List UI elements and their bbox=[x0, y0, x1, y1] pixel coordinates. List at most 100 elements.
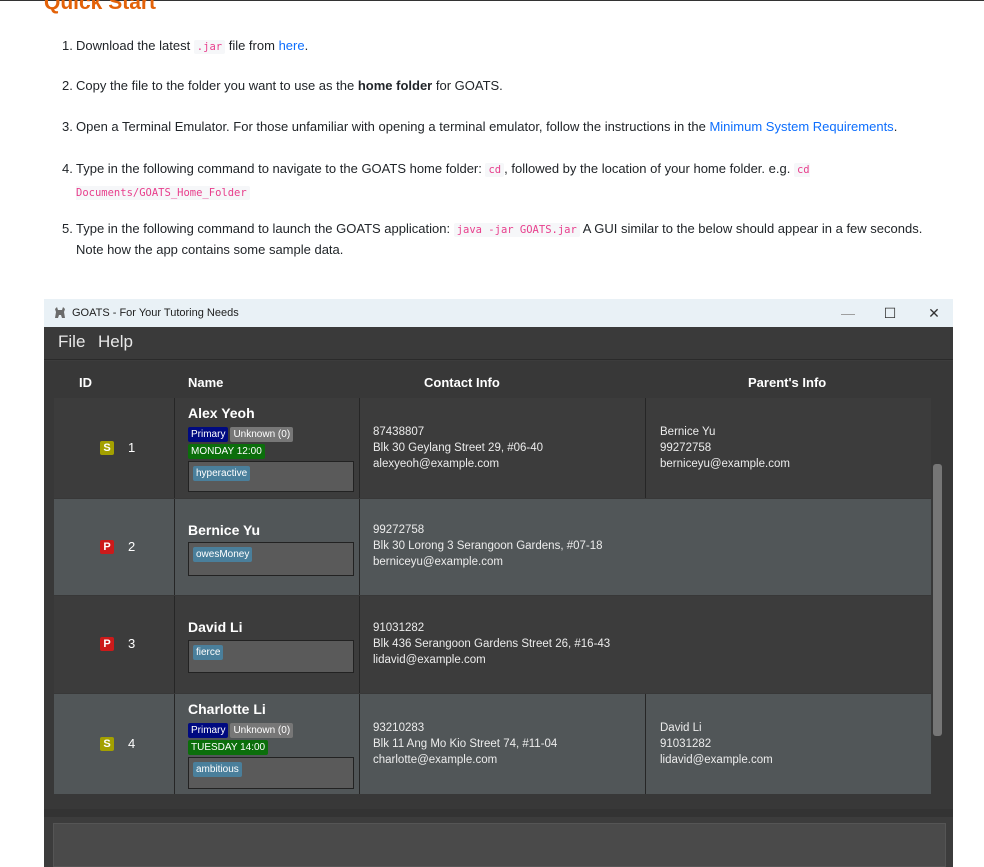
step-2: 2. Copy the file to the folder you want … bbox=[62, 76, 942, 95]
cell-divider bbox=[645, 694, 646, 794]
person-name: Alex Yeoh bbox=[188, 405, 255, 421]
goat-icon bbox=[52, 305, 68, 321]
step-text: . bbox=[893, 119, 898, 134]
step-4: 4. Type in the following command to navi… bbox=[62, 158, 942, 204]
address: Blk 30 Lorong 3 Serangoon Gardens, #07-1… bbox=[373, 540, 603, 552]
step-text: file from bbox=[225, 38, 279, 53]
table-body[interactable]: S 1 Alex Yeoh Primary Unknown (0) MONDAY… bbox=[54, 398, 931, 806]
section-heading: Quick Start bbox=[44, 0, 157, 14]
step-text: Type in the following command to navigat… bbox=[76, 161, 486, 176]
step-text: Open a Terminal Emulator. For those unfa… bbox=[76, 119, 710, 134]
person-table: ID Name Contact Info Parent's Info S 1 A… bbox=[44, 361, 953, 809]
title-bar[interactable]: GOATS - For Your Tutoring Needs — ☐ ✕ bbox=[44, 299, 953, 327]
address: Blk 11 Ang Mo Kio Street 74, #11-04 bbox=[373, 738, 558, 750]
person-id: 2 bbox=[128, 539, 136, 554]
parent-email: lidavid@example.com bbox=[660, 754, 773, 766]
person-name: Bernice Yu bbox=[188, 522, 261, 538]
unknown-tag: Unknown (0) bbox=[230, 427, 294, 442]
requirements-link[interactable]: Minimum System Requirements bbox=[709, 119, 893, 134]
step-number: 4. bbox=[62, 161, 73, 176]
window-title: GOATS - For Your Tutoring Needs bbox=[72, 307, 239, 319]
cell-divider bbox=[174, 398, 175, 498]
parent-phone: 91031282 bbox=[660, 738, 712, 750]
table-row[interactable]: P 2 Bernice Yu owesMoney 99272758 Blk 30… bbox=[54, 499, 931, 595]
inline-code: .jar bbox=[193, 40, 226, 54]
step-number: 1. bbox=[62, 38, 73, 53]
menu-file[interactable]: File bbox=[58, 332, 85, 352]
minimize-button[interactable]: — bbox=[825, 299, 871, 327]
table-scrollbar[interactable] bbox=[933, 464, 942, 736]
level-tag: Primary bbox=[188, 723, 229, 738]
menu-help[interactable]: Help bbox=[98, 332, 133, 352]
contact-info: 91031282 Blk 436 Serangoon Gardens Stree… bbox=[373, 620, 610, 668]
phone: 93210283 bbox=[373, 722, 425, 734]
step-3: 3. Open a Terminal Emulator. For those u… bbox=[62, 117, 942, 136]
parent-name: David Li bbox=[660, 722, 702, 734]
phone: 87438807 bbox=[373, 426, 425, 438]
tag-row: Primary Unknown (0) bbox=[188, 427, 294, 442]
column-header-parent: Parent's Info bbox=[748, 375, 827, 390]
tag-row: Primary Unknown (0) bbox=[188, 723, 294, 738]
note-box: ambitious bbox=[188, 757, 354, 789]
step-text: Download the latest bbox=[76, 38, 194, 53]
person-id: 3 bbox=[128, 636, 136, 651]
phone: 91031282 bbox=[373, 622, 425, 634]
schedule-tag: MONDAY 12:00 bbox=[188, 444, 265, 459]
person-name: David Li bbox=[188, 619, 243, 635]
inline-code: cd bbox=[485, 163, 505, 177]
table-row[interactable]: S 4 Charlotte Li Primary Unknown (0) TUE… bbox=[54, 694, 931, 794]
step-1: 1. Download the latest .jar file from he… bbox=[62, 36, 942, 57]
menu-bar: File Help bbox=[44, 327, 953, 360]
cell-divider bbox=[359, 694, 360, 794]
tag-row: MONDAY 12:00 bbox=[188, 444, 265, 459]
parent-email: berniceyu@example.com bbox=[660, 458, 790, 470]
cell-divider bbox=[174, 694, 175, 794]
contact-info: 99272758 Blk 30 Lorong 3 Serangoon Garde… bbox=[373, 522, 603, 570]
address: Blk 436 Serangoon Gardens Street 26, #16… bbox=[373, 638, 611, 650]
column-header-contact: Contact Info bbox=[424, 375, 500, 390]
cell-divider bbox=[359, 499, 360, 595]
cell-divider bbox=[645, 398, 646, 498]
note-tag: owesMoney bbox=[193, 547, 253, 562]
step-text: . bbox=[304, 38, 309, 53]
student-badge: S bbox=[100, 441, 114, 455]
unknown-tag: Unknown (0) bbox=[230, 723, 294, 738]
inline-code: java -jar GOATS.jar bbox=[453, 223, 580, 237]
table-row[interactable]: P 3 David Li fierce 91031282 Blk 436 Ser… bbox=[54, 596, 931, 693]
email: alexyeoh@example.com bbox=[373, 458, 500, 470]
step-5: 5. Type in the following command to laun… bbox=[62, 219, 942, 259]
tag-row: TUESDAY 14:00 bbox=[188, 740, 269, 755]
parent-phone: 99272758 bbox=[660, 442, 712, 454]
table-row[interactable]: S 1 Alex Yeoh Primary Unknown (0) MONDAY… bbox=[54, 398, 931, 498]
step-text: Copy the file to the folder you want to … bbox=[76, 78, 358, 93]
parent-badge: P bbox=[100, 637, 114, 651]
download-link[interactable]: here bbox=[279, 38, 305, 53]
email: lidavid@example.com bbox=[373, 654, 486, 666]
step-number: 2. bbox=[62, 78, 73, 93]
note-box: owesMoney bbox=[188, 542, 354, 576]
note-box: hyperactive bbox=[188, 461, 354, 492]
note-tag: hyperactive bbox=[193, 466, 251, 481]
contact-info: 93210283 Blk 11 Ang Mo Kio Street 74, #1… bbox=[373, 720, 557, 768]
maximize-button[interactable]: ☐ bbox=[867, 299, 913, 327]
close-button[interactable]: ✕ bbox=[911, 299, 953, 327]
cell-divider bbox=[174, 596, 175, 693]
step-text: for GOATS. bbox=[432, 78, 503, 93]
email: berniceyu@example.com bbox=[373, 556, 503, 568]
note-box: fierce bbox=[188, 640, 354, 673]
person-id: 4 bbox=[128, 736, 136, 751]
email: charlotte@example.com bbox=[373, 754, 498, 766]
phone: 99272758 bbox=[373, 524, 425, 536]
step-text: , followed by the location of your home … bbox=[504, 161, 794, 176]
person-id: 1 bbox=[128, 440, 136, 455]
cell-divider bbox=[174, 499, 175, 595]
address: Blk 30 Geylang Street 29, #06-40 bbox=[373, 442, 544, 454]
divider bbox=[44, 809, 953, 817]
result-display bbox=[53, 823, 946, 867]
app-window: GOATS - For Your Tutoring Needs — ☐ ✕ Fi… bbox=[44, 299, 953, 867]
contact-info: 87438807 Blk 30 Geylang Street 29, #06-4… bbox=[373, 424, 543, 472]
level-tag: Primary bbox=[188, 427, 229, 442]
cell-divider bbox=[359, 398, 360, 498]
parent-info: David Li 91031282 lidavid@example.com bbox=[660, 720, 773, 768]
parent-info: Bernice Yu 99272758 berniceyu@example.co… bbox=[660, 424, 790, 472]
